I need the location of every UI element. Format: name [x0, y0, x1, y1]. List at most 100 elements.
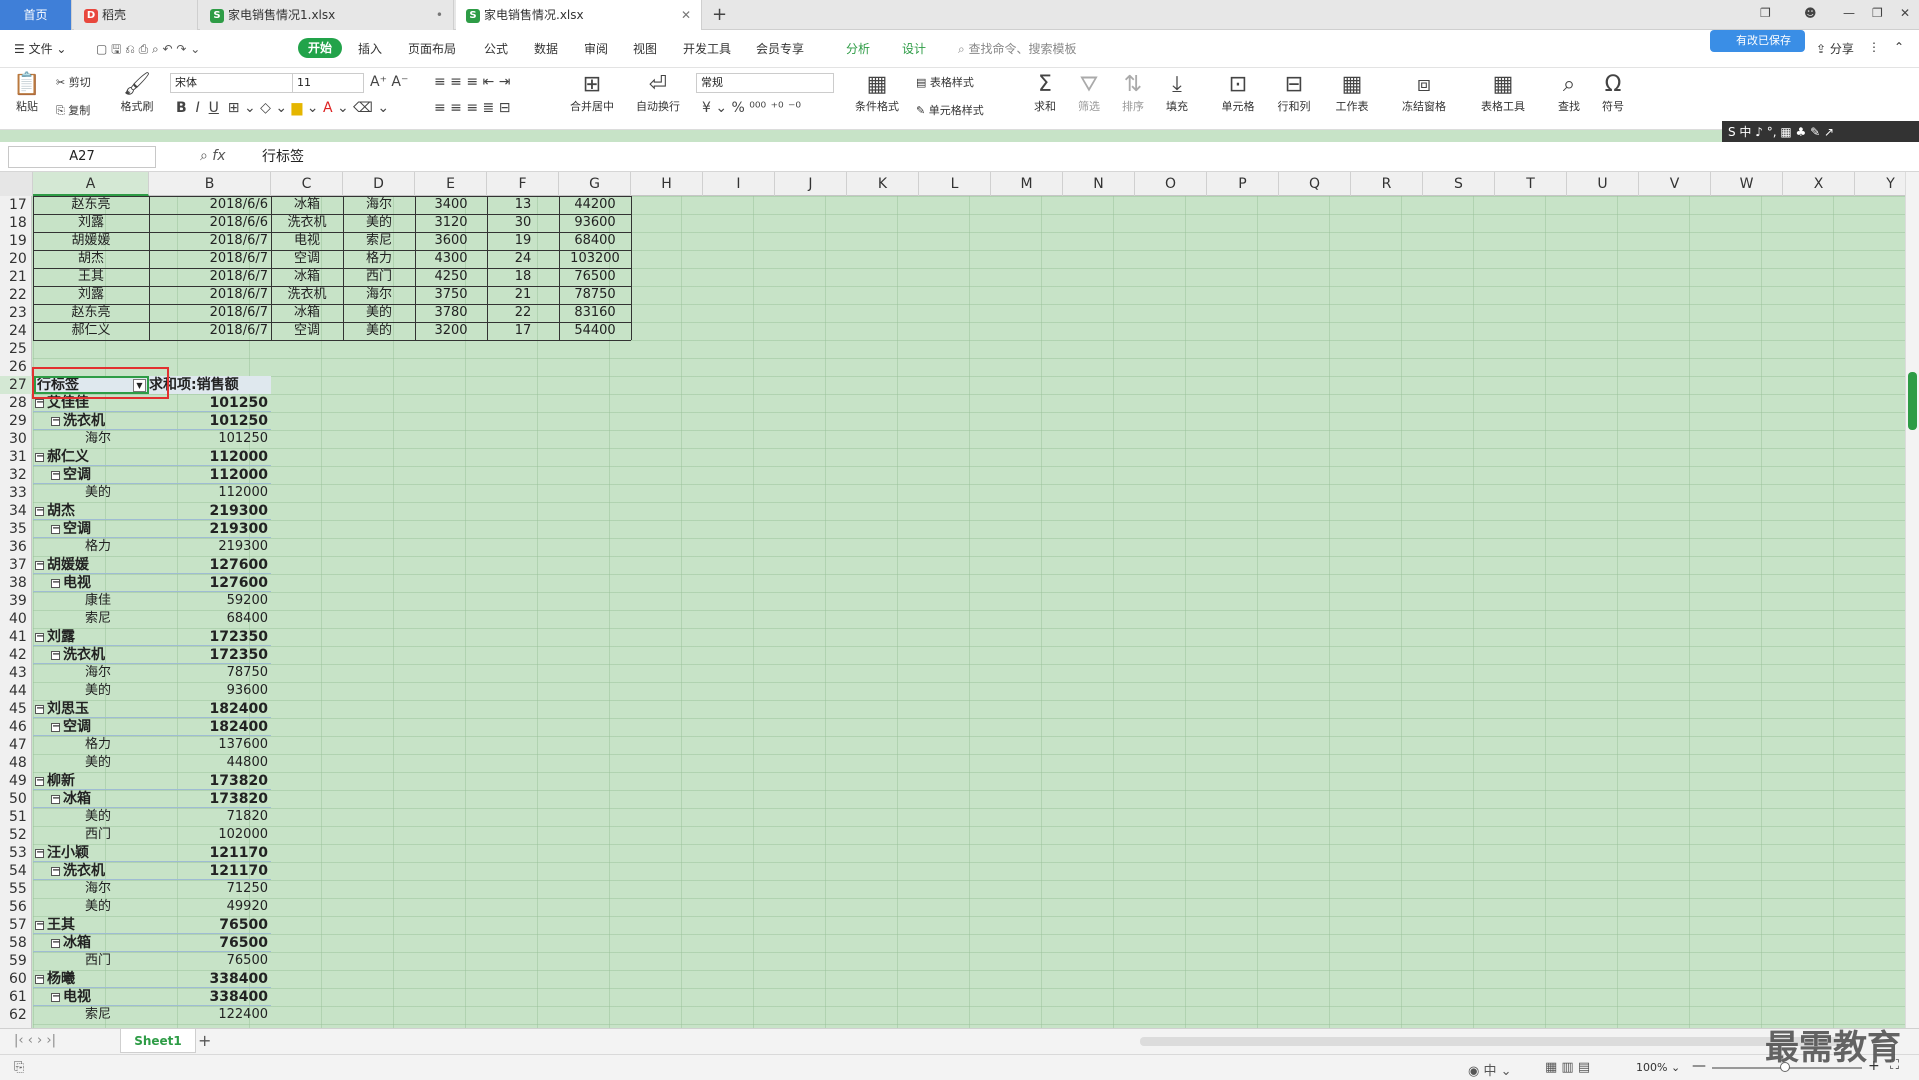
- pivot-row-value[interactable]: 102000: [149, 826, 271, 844]
- row-header-53[interactable]: 53: [0, 844, 32, 862]
- pivot-row-label[interactable]: 格力: [85, 736, 157, 754]
- pivot-row-value[interactable]: 137600: [149, 736, 271, 754]
- font-family-select[interactable]: 宋体: [170, 73, 294, 93]
- row-label-filter-dropdown[interactable]: ▼: [133, 379, 146, 392]
- collapse-minus-icon[interactable]: −: [35, 703, 44, 714]
- pivot-row-value[interactable]: 93600: [149, 682, 271, 700]
- data-cell[interactable]: 103200: [559, 250, 631, 268]
- pivot-row-label[interactable]: 海尔: [85, 880, 157, 898]
- pivot-row-label[interactable]: − 洗衣机: [51, 412, 149, 430]
- column-header-B[interactable]: B: [149, 172, 271, 196]
- data-cell[interactable]: 2018/6/7: [149, 268, 271, 286]
- data-cell[interactable]: 21: [487, 286, 559, 304]
- avatar[interactable]: ☻: [1804, 6, 1817, 20]
- number-format-buttons[interactable]: ¥ ⌄ % ⁰⁰⁰ ⁺⁰ ⁻⁰: [702, 100, 801, 116]
- pivot-row-value[interactable]: 173820: [149, 772, 271, 790]
- collapse-minus-icon[interactable]: −: [35, 451, 44, 462]
- collapse-minus-icon[interactable]: −: [51, 721, 60, 732]
- font-style-buttons[interactable]: B I U ⊞ ⌄ ◇ ⌄ ▆ ⌄ A ⌄ ⌫ ⌄: [176, 100, 389, 116]
- active-cell[interactable]: [34, 376, 149, 394]
- pivot-row-value[interactable]: 122400: [149, 1006, 271, 1024]
- data-cell[interactable]: 93600: [559, 214, 631, 232]
- share-button[interactable]: ⇪ 分享: [1816, 40, 1854, 57]
- pivot-row-label[interactable]: 西门: [85, 952, 157, 970]
- menu-member[interactable]: 会员专享: [756, 40, 804, 57]
- eye-protect-icon[interactable]: ◉ 中 ⌄: [1468, 1060, 1512, 1079]
- row-header-33[interactable]: 33: [0, 484, 32, 502]
- tab-file-1[interactable]: S 家电销售情况1.xlsx •: [200, 0, 454, 30]
- row-header-43[interactable]: 43: [0, 664, 32, 682]
- row-header-28[interactable]: 28: [0, 394, 32, 412]
- close-icon[interactable]: ✕: [681, 0, 691, 30]
- column-header-M[interactable]: M: [991, 172, 1063, 196]
- column-header-H[interactable]: H: [631, 172, 703, 196]
- pivot-row-label[interactable]: − 杨曦: [35, 970, 149, 988]
- pivot-row-value[interactable]: 101250: [149, 412, 271, 430]
- pivot-row-value[interactable]: 76500: [149, 916, 271, 934]
- row-header-32[interactable]: 32: [0, 466, 32, 484]
- row-header-49[interactable]: 49: [0, 772, 32, 790]
- cloud-sync-button[interactable]: 有改已保存: [1710, 30, 1805, 52]
- pivot-row-value[interactable]: 338400: [149, 970, 271, 988]
- column-header-D[interactable]: D: [343, 172, 415, 196]
- menu-file[interactable]: ☰ 文件 ⌄: [14, 40, 66, 57]
- pivot-row-label[interactable]: − 空调: [51, 466, 149, 484]
- row-header-46[interactable]: 46: [0, 718, 32, 736]
- data-cell[interactable]: 2018/6/7: [149, 304, 271, 322]
- row-header-60[interactable]: 60: [0, 970, 32, 988]
- pivot-row-value[interactable]: 78750: [149, 664, 271, 682]
- pivot-row-label[interactable]: 美的: [85, 808, 157, 826]
- data-cell[interactable]: 19: [487, 232, 559, 250]
- pivot-row-label[interactable]: − 刘露: [35, 628, 149, 646]
- zoom-magnifier-icon[interactable]: ⌕ fx: [200, 148, 226, 164]
- data-cell[interactable]: 电视: [271, 232, 343, 250]
- worksheet-button[interactable]: ▦ 工作表: [1332, 72, 1372, 114]
- row-header-55[interactable]: 55: [0, 880, 32, 898]
- data-cell[interactable]: 洗衣机: [271, 214, 343, 232]
- data-cell[interactable]: 3750: [415, 286, 487, 304]
- close-window-icon[interactable]: ✕: [1900, 6, 1910, 20]
- pivot-row-label[interactable]: − 柳新: [35, 772, 149, 790]
- column-header-I[interactable]: I: [703, 172, 775, 196]
- data-cell[interactable]: 冰箱: [271, 304, 343, 322]
- pivot-row-label[interactable]: − 冰箱: [51, 934, 149, 952]
- row-header-51[interactable]: 51: [0, 808, 32, 826]
- pivot-row-label[interactable]: 康佳: [85, 592, 157, 610]
- row-header-18[interactable]: 18: [0, 214, 32, 232]
- row-header-39[interactable]: 39: [0, 592, 32, 610]
- row-header-20[interactable]: 20: [0, 250, 32, 268]
- data-cell[interactable]: 海尔: [343, 196, 415, 214]
- pivot-row-value[interactable]: 219300: [149, 520, 271, 538]
- column-header-R[interactable]: R: [1351, 172, 1423, 196]
- menu-layout[interactable]: 页面布局: [408, 40, 456, 57]
- row-header-48[interactable]: 48: [0, 754, 32, 772]
- restore-icon[interactable]: ❐: [1872, 6, 1883, 20]
- collapse-minus-icon[interactable]: −: [51, 793, 60, 804]
- data-cell[interactable]: 胡媛媛: [33, 232, 149, 250]
- pivot-row-value[interactable]: 127600: [149, 574, 271, 592]
- data-cell[interactable]: 洗衣机: [271, 286, 343, 304]
- pivot-row-value[interactable]: 71820: [149, 808, 271, 826]
- pivot-row-label[interactable]: − 郝仁义: [35, 448, 149, 466]
- column-header-F[interactable]: F: [487, 172, 559, 196]
- pivot-row-label[interactable]: − 电视: [51, 574, 149, 592]
- data-cell[interactable]: 2018/6/6: [149, 196, 271, 214]
- data-cell[interactable]: 海尔: [343, 286, 415, 304]
- collapse-minus-icon[interactable]: −: [35, 505, 44, 516]
- sum-button[interactable]: Σ 求和: [1030, 72, 1060, 114]
- collapse-minus-icon[interactable]: −: [51, 937, 60, 948]
- data-cell[interactable]: 18: [487, 268, 559, 286]
- column-header-V[interactable]: V: [1639, 172, 1711, 196]
- row-header-61[interactable]: 61: [0, 988, 32, 1006]
- data-cell[interactable]: 78750: [559, 286, 631, 304]
- pivot-row-label[interactable]: 美的: [85, 898, 157, 916]
- pivot-row-label[interactable]: − 冰箱: [51, 790, 149, 808]
- collapse-ribbon-icon[interactable]: ⌃: [1894, 40, 1904, 54]
- window-count-icon[interactable]: ❐: [1760, 6, 1771, 20]
- pivot-row-value[interactable]: 121170: [149, 844, 271, 862]
- collapse-minus-icon[interactable]: −: [51, 865, 60, 876]
- more-icon[interactable]: ⋮: [1868, 40, 1880, 54]
- format-painter-button[interactable]: 🖌 格式刷: [118, 72, 156, 114]
- pivot-row-label[interactable]: 美的: [85, 682, 157, 700]
- tab-dot-icon[interactable]: •: [436, 0, 443, 30]
